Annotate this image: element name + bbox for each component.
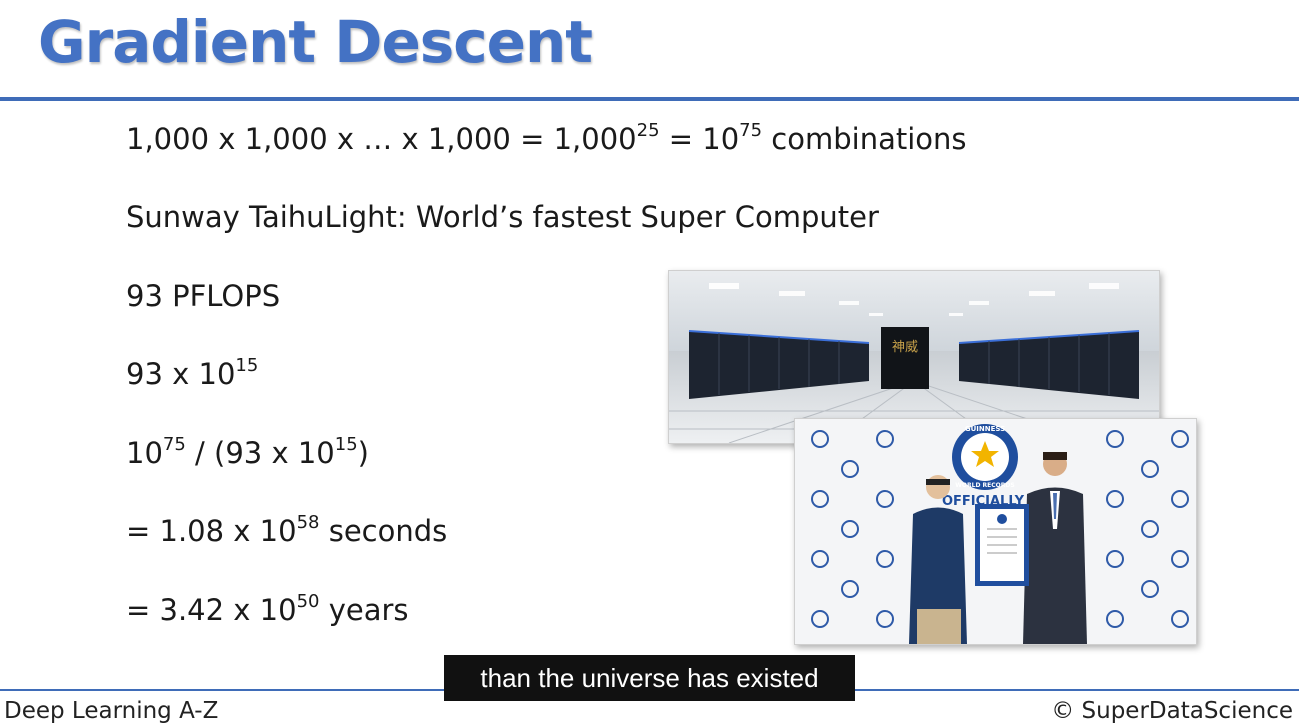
years-line: = 3.42 x 1050 years xyxy=(126,591,409,627)
video-subtitle-caption: than the universe has existed xyxy=(444,655,855,701)
supercomputer-line: Sunway TaihuLight: World’s fastest Super… xyxy=(126,200,879,234)
supercomputer-sign-text: 神威 xyxy=(892,340,918,355)
seconds-line: = 1.08 x 1058 seconds xyxy=(126,512,448,548)
guinness-logo-bottom-text: WORLD RECORDS xyxy=(955,482,1014,489)
division-line: 1075 / (93 x 1015) xyxy=(126,434,369,470)
combinations-line: 1,000 x 1,000 x … x 1,000 = 1,00025 = 10… xyxy=(126,120,967,156)
guinness-award-illustration: GUINNESS WORLD RECORDS OFFICIALLY xyxy=(795,419,1196,644)
copyright-notice: © SuperDataScience xyxy=(1051,698,1293,724)
slide-title: Gradient Descent xyxy=(38,8,593,76)
guinness-logo-top-text: GUINNESS xyxy=(965,425,1005,433)
flops-exponent-line: 93 x 1015 xyxy=(126,355,259,391)
course-name: Deep Learning A-Z xyxy=(4,698,219,724)
header-divider xyxy=(0,97,1299,101)
guinness-award-photo: GUINNESS WORLD RECORDS OFFICIALLY xyxy=(794,418,1197,645)
pflops-line: 93 PFLOPS xyxy=(126,279,281,313)
